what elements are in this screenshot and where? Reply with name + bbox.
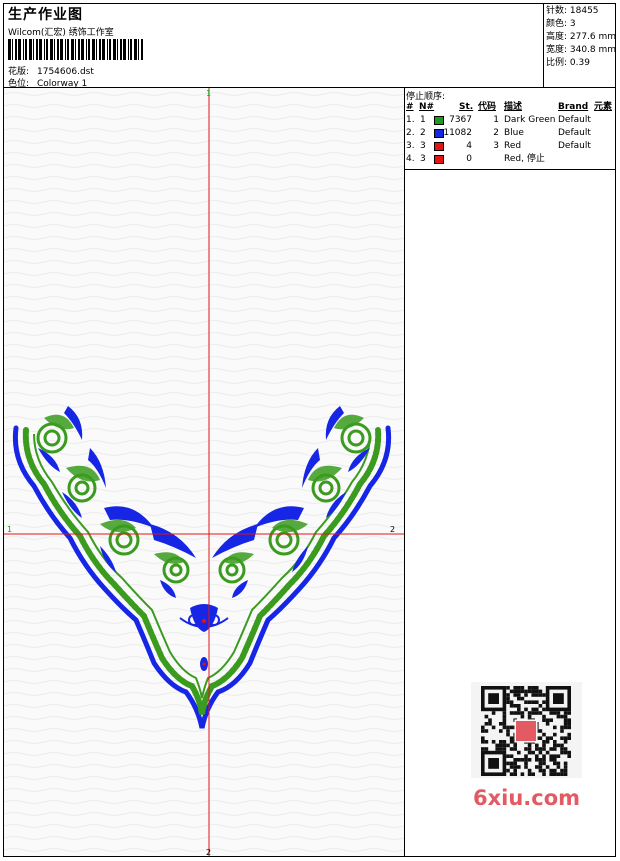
col-code: 代码 <box>478 102 497 112</box>
row-desc: Red, 停止 <box>504 154 545 164</box>
table-row: 4. 3 0 Red, 停止 <box>405 153 616 166</box>
color-swatch <box>434 116 444 125</box>
embroidery-preview: 1 2 1 2 <box>4 88 404 856</box>
row-desc: Dark Green <box>504 115 556 125</box>
color-swatch <box>434 155 444 164</box>
stop-sequence-table: # N# St. 代码 描述 Brand 元素 1. 1 7367 1 Dark Gre… <box>405 101 616 166</box>
row-stitches: 11082 <box>443 128 472 138</box>
row-num: 3. <box>406 141 415 151</box>
row-brand: Default <box>558 128 591 138</box>
row-code: 1 <box>493 115 499 125</box>
table-row: 3. 3 4 3 Red Default <box>405 140 616 153</box>
report-header: 生产作业图 Wilcom(汇宏) 绣饰工作室 花版: 1754606.dst 色位… <box>3 3 616 89</box>
design-width: 宽度: 340.8 mm <box>546 45 617 55</box>
color-swatch <box>434 129 444 138</box>
design-canvas[interactable]: 1 2 1 2 <box>4 88 404 856</box>
row-n: 2 <box>420 128 426 138</box>
row-n: 3 <box>420 154 426 164</box>
axis-left-label: 1 <box>7 525 12 534</box>
row-brand: Default <box>558 141 591 151</box>
row-stitches: 7367 <box>449 115 472 125</box>
qr-code-icon <box>471 682 582 778</box>
row-code: 2 <box>493 128 499 138</box>
row-n: 1 <box>420 115 426 125</box>
row-brand: Default <box>558 115 591 125</box>
row-desc: Red <box>504 141 522 151</box>
col-brand: Brand <box>558 102 589 112</box>
studio-name: Wilcom(汇宏) 绣饰工作室 <box>8 28 114 38</box>
stitch-count: 针数: 18455 <box>546 6 599 16</box>
row-code: 3 <box>493 141 499 151</box>
table-header: # N# St. 代码 描述 Brand 元素 <box>405 101 616 114</box>
row-n: 3 <box>420 141 426 151</box>
row-desc: Blue <box>504 128 524 138</box>
axis-top-label: 1 <box>206 89 211 98</box>
row-num: 2. <box>406 128 415 138</box>
row-num: 4. <box>406 154 415 164</box>
stop-sequence-panel: 停止顺序: # N# St. 代码 描述 Brand 元素 1. 1 7367 1 Da… <box>405 88 616 170</box>
design-stats: 针数: 18455 颜色: 3 高度: 277.6 mm 宽度: 340.8 m… <box>543 3 616 88</box>
color-swatch <box>434 142 444 151</box>
col-element: 元素 <box>594 102 613 112</box>
watermark-logo: 6xiu.com <box>473 786 581 810</box>
axis-right-label: 2 <box>390 525 395 534</box>
col-n: N# <box>419 102 435 112</box>
col-st: St. <box>459 102 474 112</box>
page-title: 生产作业图 <box>8 7 83 23</box>
row-stitches: 4 <box>466 141 472 151</box>
table-row: 2. 2 11082 2 Blue Default <box>405 127 616 140</box>
col-num: # <box>406 102 414 112</box>
panel-divider <box>404 88 405 856</box>
design-height: 高度: 277.6 mm <box>546 32 617 42</box>
design-scale: 比例: 0.39 <box>546 58 590 68</box>
col-desc: 描述 <box>504 102 523 112</box>
barcode-icon <box>8 39 143 60</box>
axis-bottom-label: 2 <box>206 848 211 856</box>
color-count: 颜色: 3 <box>546 19 576 29</box>
row-stitches: 0 <box>466 154 472 164</box>
table-row: 1. 1 7367 1 Dark Green Default <box>405 114 616 127</box>
row-num: 1. <box>406 115 415 125</box>
